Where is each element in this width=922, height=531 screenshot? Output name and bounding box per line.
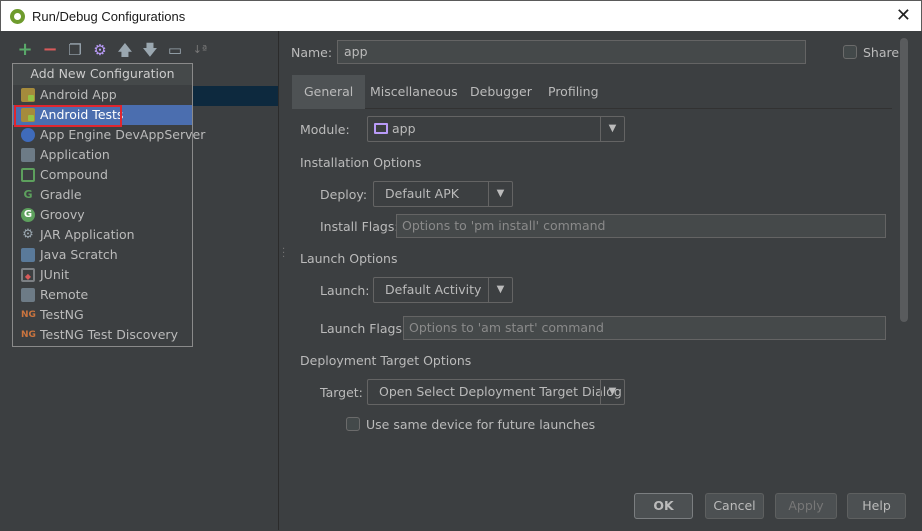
android-app-icon [21,88,35,102]
popup-item-application[interactable]: Application [13,145,192,165]
chevron-down-icon: ▼ [600,380,624,404]
popup-item-android-app[interactable]: Android App [13,85,192,105]
popup-item-testng-discovery[interactable]: NG TestNG Test Discovery [13,325,192,345]
install-flags-input[interactable] [402,218,885,233]
gradle-icon: G [23,188,33,201]
launch-flags-field[interactable] [403,316,886,340]
launch-combo[interactable]: Default Activity ▼ [373,277,513,303]
module-combo[interactable]: app ▼ [367,116,625,142]
folder-icon[interactable]: ▭ [166,40,184,60]
tab-profiling[interactable]: Profiling [536,75,611,109]
popup-item-label: TestNG Test Discovery [40,327,178,342]
sort-icon[interactable]: ↓ª [191,40,209,60]
popup-item-label: JAR Application [40,227,135,242]
name-label: Name: [291,45,333,60]
popup-item-java-scratch[interactable]: Java Scratch [13,245,192,265]
tab-debugger[interactable]: Debugger [458,75,544,109]
copy-icon[interactable]: ❐ [66,40,84,60]
apply-button[interactable]: Apply [775,493,837,519]
deploy-label: Deploy: [320,187,368,202]
jar-icon: ⚙ [22,227,34,242]
popup-item-label: Android App [40,87,117,102]
remove-icon[interactable]: − [41,40,59,60]
module-label: Module: [300,122,350,137]
popup-item-label: App Engine DevAppServer [40,127,206,142]
popup-item-groovy[interactable]: G Groovy [13,205,192,225]
testng-icon: NG [21,310,36,320]
panel-divider [278,31,279,530]
module-folder-icon [374,123,388,134]
popup-item-label: Gradle [40,187,82,202]
window-title: Run/Debug Configurations [32,9,186,24]
same-device-checkbox[interactable] [346,417,360,431]
popup-item-jar-application[interactable]: ⚙ JAR Application [13,225,192,245]
chevron-down-icon: ▼ [600,117,624,141]
popup-item-label: Remote [40,287,89,302]
move-up-icon[interactable]: 🡅 [116,40,134,60]
popup-header: Add New Configuration [13,64,192,85]
deploy-combo[interactable]: Default APK ▼ [373,181,513,207]
popup-item-testng[interactable]: NG TestNG [13,305,192,325]
name-field[interactable]: app [337,40,806,64]
add-icon[interactable]: + [16,40,34,60]
popup-item-gradle[interactable]: G Gradle [13,185,192,205]
selected-tree-row[interactable] [191,86,278,106]
deployment-target-heading: Deployment Target Options [300,353,472,368]
popup-item-label: JUnit [40,267,70,282]
target-combo[interactable]: Open Select Deployment Target Dialog ▼ [367,379,625,405]
compound-icon [21,168,35,182]
module-value: app [392,121,416,136]
deploy-value: Default APK [385,186,459,201]
close-icon[interactable]: ✕ [896,5,911,26]
highlight-box [14,105,122,127]
help-button[interactable]: Help [847,493,906,519]
chevron-down-icon: ▼ [488,278,512,302]
tab-general[interactable]: General [292,75,366,109]
move-down-icon[interactable]: 🡇 [141,40,159,60]
popup-item-label: Compound [40,167,108,182]
popup-item-compound[interactable]: Compound [13,165,192,185]
install-flags-field[interactable] [396,214,886,238]
popup-item-label: Groovy [40,207,85,222]
popup-item-label: Application [40,147,110,162]
app-engine-icon [21,128,35,142]
launch-value: Default Activity [385,282,482,297]
launch-options-heading: Launch Options [300,251,398,266]
launch-flags-label: Launch Flags: [320,321,407,336]
share-label: Share [863,45,900,60]
popup-item-label: Java Scratch [40,247,118,262]
tab-miscellaneous[interactable]: Miscellaneous [358,75,470,109]
popup-item-junit[interactable]: ◆ JUnit [13,265,192,285]
same-device-label: Use same device for future launches [366,417,596,432]
junit-icon: ◆ [21,268,35,282]
target-label: Target: [320,385,363,400]
title-bar: Run/Debug Configurations ✕ [0,0,922,31]
groovy-icon: G [21,208,35,222]
popup-item-app-engine[interactable]: App Engine DevAppServer [13,125,205,145]
testng-icon: NG [21,330,36,340]
chevron-down-icon: ▼ [488,182,512,206]
scrollbar[interactable] [900,38,908,322]
share-checkbox[interactable] [843,45,857,59]
popup-item-label: TestNG [40,307,84,322]
add-new-configuration-popup: Add New Configuration Android App Androi… [12,63,205,347]
installation-options-heading: Installation Options [300,155,422,170]
popup-item-remote[interactable]: Remote [13,285,192,305]
gear-icon[interactable]: ⚙ [91,40,109,60]
launch-flags-input[interactable] [409,320,885,335]
java-scratch-icon [21,248,35,262]
ok-button[interactable]: OK [634,493,693,519]
install-flags-label: Install Flags: [320,219,399,234]
launch-label: Launch: [320,283,370,298]
cancel-button[interactable]: Cancel [705,493,764,519]
target-value: Open Select Deployment Target Dialog [379,384,622,399]
splitter-handle[interactable]: · · · [282,245,285,263]
application-icon [21,148,35,162]
android-studio-icon [10,9,25,24]
remote-icon [21,288,35,302]
